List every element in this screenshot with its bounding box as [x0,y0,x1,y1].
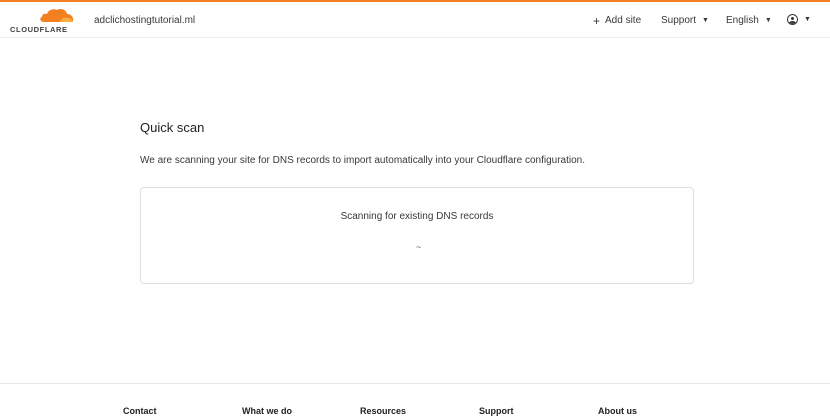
loading-spinner-icon: ~ [416,242,422,252]
support-label: Support [661,15,697,26]
scan-status-text: Scanning for existing DNS records [340,211,494,222]
footer: Contact What we do Resources Support Abo… [0,383,830,416]
plus-icon: + [593,13,601,28]
cloudflare-logo[interactable]: CLOUDFLARE [10,8,76,36]
language-label: English [726,15,759,26]
footer-link-resources[interactable]: Resources [360,406,406,416]
language-menu[interactable]: English ▼ [726,15,772,26]
support-menu[interactable]: Support ▼ [661,15,709,26]
caret-down-icon: ▼ [764,17,772,24]
caret-down-icon: ▼ [702,17,709,24]
page-title: Quick scan [140,120,205,135]
account-menu[interactable]: ▼ [787,14,811,25]
top-navigation-bar: CLOUDFLARE adclichostingtutorial.ml + Ad… [0,0,830,38]
logo-wordmark: CLOUDFLARE [10,25,68,34]
user-avatar-icon [787,14,798,25]
caret-down-icon: ▼ [804,16,811,23]
footer-link-contact[interactable]: Contact [123,406,157,416]
current-domain[interactable]: adclichostingtutorial.ml [94,15,195,26]
add-site-button[interactable]: + Add site [593,13,642,28]
add-site-label: Add site [605,15,642,26]
page-description: We are scanning your site for DNS record… [140,155,586,166]
cloud-icon [40,9,74,22]
footer-link-what-we-do[interactable]: What we do [242,406,292,416]
scan-progress-card: Scanning for existing DNS records ~ [140,187,694,284]
footer-link-about-us[interactable]: About us [598,406,637,416]
footer-link-support[interactable]: Support [479,406,514,416]
